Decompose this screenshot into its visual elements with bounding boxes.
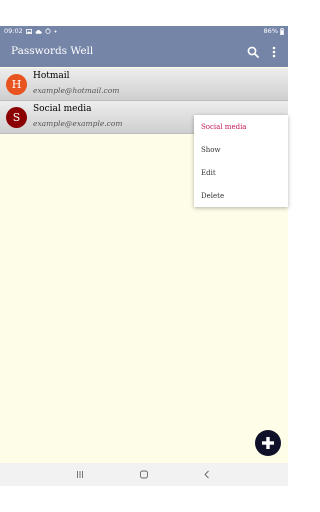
entry-email: example@example.com (33, 119, 123, 128)
plus-icon (262, 437, 274, 449)
gallery-icon (25, 28, 32, 34)
search-icon[interactable] (246, 45, 260, 59)
add-entry-button[interactable] (255, 430, 281, 456)
status-time: 09:02 (4, 27, 23, 35)
battery-icon (280, 27, 284, 35)
dot-icon (54, 30, 57, 32)
avatar: H (6, 74, 27, 95)
battery-percent: 86% (263, 27, 278, 35)
context-menu-title: Social media (201, 123, 247, 131)
menu-item-edit[interactable]: Edit (201, 169, 216, 177)
entry-title: Hotmail (33, 71, 70, 81)
top-margin (0, 0, 288, 26)
bottom-margin (0, 486, 288, 512)
system-nav-bar (0, 463, 288, 486)
home-icon[interactable] (138, 469, 150, 480)
entry-email: example@hotmail.com (33, 86, 120, 95)
entry-row-hotmail[interactable]: H Hotmail example@hotmail.com (0, 68, 288, 101)
recents-icon[interactable] (74, 469, 86, 480)
status-bar: 09:02 86% (0, 26, 288, 37)
menu-item-delete[interactable]: Delete (201, 192, 224, 200)
context-menu: Social media Show Edit Delete (194, 115, 288, 207)
more-vert-icon[interactable] (267, 45, 281, 59)
app-title: Passwords Well (11, 45, 94, 57)
sync-icon (45, 28, 51, 34)
app-bar: Passwords Well (0, 37, 288, 67)
menu-item-show[interactable]: Show (201, 146, 221, 154)
cloud-icon (35, 29, 42, 34)
entry-title: Social media (33, 104, 92, 114)
back-icon[interactable] (201, 469, 213, 480)
avatar: S (6, 107, 27, 128)
